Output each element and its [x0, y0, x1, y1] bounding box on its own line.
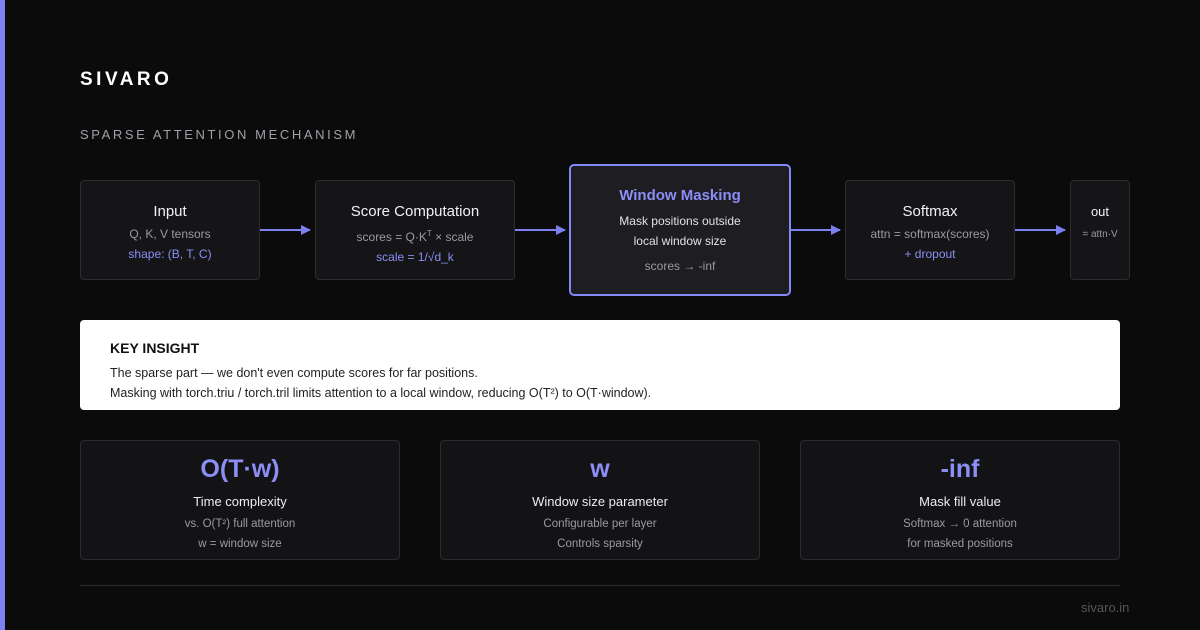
stat-card-mask-fill: -inf Mask fill value Softmax → 0 attenti…: [800, 440, 1120, 560]
node-input-line2: shape: (B, T, C): [128, 247, 212, 261]
node-mask-desc1: Mask positions outside: [619, 214, 741, 228]
node-score: Score Computation scores = Q·KT × scale …: [315, 180, 515, 280]
stat-label: Mask fill value: [919, 494, 1001, 509]
stat-card-window: w Window size parameter Configurable per…: [440, 440, 760, 560]
stat-sub1: Configurable per layer: [543, 518, 657, 530]
key-insight-card: KEY INSIGHT The sparse part — we don't e…: [80, 320, 1120, 410]
node-mask-desc: Mask positions outside local window size: [571, 211, 789, 251]
stat-label: Time complexity: [193, 494, 287, 509]
stat-card-complexity: O(T·w) Time complexity vs. O(T²) full at…: [80, 440, 400, 560]
node-out-title: out: [1090, 204, 1110, 219]
node-softmax: Softmax attn = softmax(scores) + dropout: [845, 180, 1015, 280]
key-insight-line1: The sparse part — we don't even compute …: [110, 366, 478, 380]
node-softmax-line2: + dropout: [904, 247, 956, 261]
node-input-title: Input: [153, 203, 187, 220]
accent-bar: [0, 0, 5, 630]
node-score-scale: × scale: [431, 230, 474, 244]
node-softmax-line1: attn = softmax(scores): [870, 227, 990, 241]
stat-label: Window size parameter: [532, 494, 668, 509]
node-score-title: Score Computation: [350, 203, 480, 220]
node-window-masking: Window Masking Mask positions outside lo…: [569, 164, 791, 296]
footer-divider: [80, 585, 1120, 586]
stat-sub1: vs. O(T²) full attention: [184, 518, 296, 530]
stat-sub2: for masked positions: [907, 538, 1013, 550]
node-input: Input Q, K, V tensors shape: (B, T, C): [80, 180, 260, 280]
key-insight-heading: KEY INSIGHT: [110, 340, 200, 356]
stat-value: -inf: [940, 455, 980, 483]
node-mask-desc2: local window size: [633, 234, 727, 248]
stat-sub2: w = window size: [198, 538, 282, 550]
brand-logo: SIVARO: [80, 69, 173, 90]
node-score-line1: scores = Q·KT × scale: [316, 228, 514, 243]
node-input-line1: Q, K, V tensors: [129, 227, 211, 241]
page-subtitle: SPARSE ATTENTION MECHANISM: [80, 127, 359, 142]
node-mask-line: scores → -inf: [644, 259, 716, 273]
node-out: out = attn·V: [1070, 180, 1130, 280]
stat-value: O(T·w): [200, 455, 280, 483]
node-score-formula: scores = Q·K: [356, 230, 427, 244]
footer-url: sivaro.in: [1081, 600, 1130, 615]
node-out-line1: = attn·V: [1082, 229, 1118, 240]
node-score-line2: scale = 1/√d_k: [376, 250, 454, 264]
stat-value: w: [590, 455, 610, 483]
stat-sub2: Controls sparsity: [557, 538, 643, 550]
key-insight-line2: Masking with torch.triu / torch.tril lim…: [110, 386, 652, 400]
node-softmax-title: Softmax: [902, 203, 958, 220]
stat-sub1: Softmax → 0 attention: [903, 518, 1017, 530]
node-mask-title: Window Masking: [619, 187, 741, 204]
